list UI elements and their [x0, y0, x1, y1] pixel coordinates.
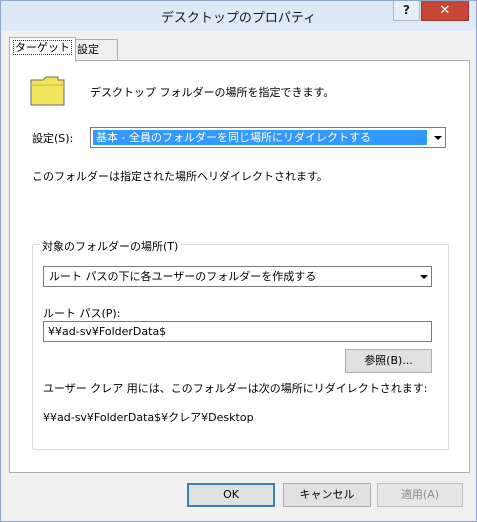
- redirect-note: このフォルダーは指定された場所へリダイレクトされます。: [32, 170, 328, 183]
- location-dropdown[interactable]: ルート パスの下に各ユーザーのフォルダーを作成する: [43, 266, 432, 287]
- setting-dropdown[interactable]: 基本 - 全員のフォルダーを同じ場所にリダイレクトする: [90, 127, 446, 148]
- chevron-down-icon[interactable]: [429, 129, 444, 146]
- root-path-label: ルート パス(P):: [43, 307, 121, 320]
- ok-button[interactable]: OK: [187, 483, 275, 507]
- target-location-group-title: 対象のフォルダーの場所(T): [40, 238, 181, 254]
- tab-target[interactable]: ターゲット: [9, 37, 76, 62]
- location-dropdown-value: ルート パスの下に各ユーザーのフォルダーを作成する: [49, 270, 317, 283]
- example-label: ユーザー クレア 用には、このフォルダーは次の場所にリダイレクトされます:: [43, 382, 428, 395]
- folder-icon: [30, 76, 65, 106]
- apply-button[interactable]: 適用(A): [377, 483, 463, 507]
- example-path: ¥¥ad-sv¥FolderData$¥クレア¥Desktop: [43, 411, 254, 424]
- tab-settings-label: 設定: [77, 43, 99, 56]
- tab-settings[interactable]: 設定: [72, 39, 118, 61]
- close-button[interactable]: ✕: [421, 1, 469, 21]
- chevron-down-icon[interactable]: [415, 268, 430, 285]
- tab-strip: ターゲット 設定: [9, 37, 469, 62]
- setting-label: 設定(S):: [32, 132, 74, 145]
- folder-description: デスクトップ フォルダーの場所を指定できます。: [90, 86, 335, 99]
- title-bar[interactable]: デスクトップのプロパティ ? ✕: [1, 1, 476, 31]
- setting-dropdown-value: 基本 - 全員のフォルダーを同じ場所にリダイレクトする: [93, 130, 427, 145]
- target-tab-panel: デスクトップ フォルダーの場所を指定できます。 設定(S): 基本 - 全員のフ…: [9, 60, 470, 473]
- cancel-button[interactable]: キャンセル: [283, 483, 371, 507]
- properties-dialog: デスクトップのプロパティ ? ✕ ターゲット 設定 デスクトップ フォルダーの場…: [0, 0, 477, 522]
- browse-button[interactable]: 参照(B)...: [345, 349, 432, 373]
- help-button[interactable]: ?: [393, 1, 420, 21]
- root-path-input[interactable]: ¥¥ad-sv¥FolderData$: [43, 321, 432, 342]
- tab-target-label: ターゲット: [13, 40, 72, 55]
